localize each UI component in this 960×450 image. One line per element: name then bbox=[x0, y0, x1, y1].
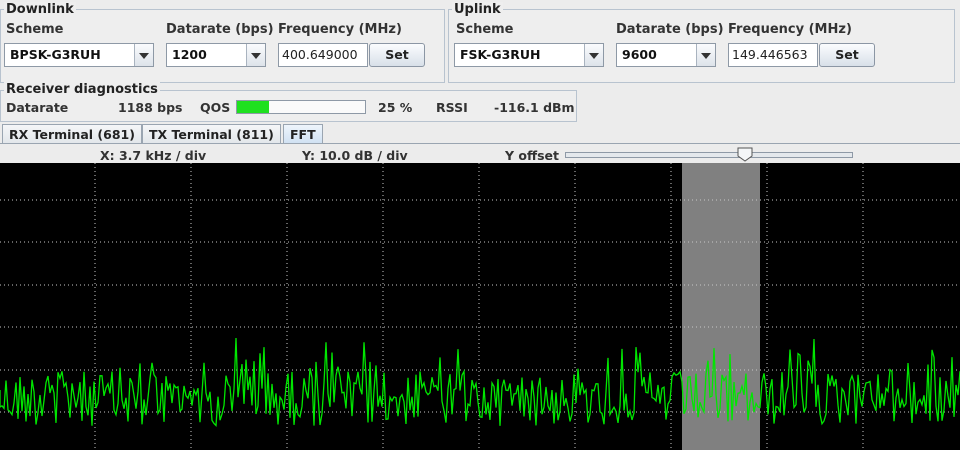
diag-qos-percent: 25 % bbox=[378, 100, 413, 115]
downlink-scheme-select[interactable]: BPSK-G3RUH bbox=[4, 43, 154, 67]
fft-y-offset-label: Y offset bbox=[505, 148, 560, 163]
uplink-frequency-label: Frequency (MHz) bbox=[728, 22, 852, 37]
tab-fft[interactable]: FFT bbox=[283, 124, 323, 144]
chevron-down-icon[interactable] bbox=[134, 44, 153, 66]
fft-x-scale: X: 3.7 kHz / div bbox=[100, 148, 207, 163]
uplink-datarate-select[interactable]: 9600 bbox=[616, 43, 716, 67]
tab-rx-terminal[interactable]: RX Terminal (681) bbox=[2, 124, 142, 144]
diag-rssi-value: -116.1 dBm bbox=[494, 100, 575, 115]
downlink-datarate-label: Datarate (bps) bbox=[166, 22, 274, 37]
downlink-set-button[interactable]: Set bbox=[369, 43, 425, 67]
fft-display[interactable] bbox=[0, 163, 960, 450]
y-offset-slider-thumb[interactable] bbox=[737, 147, 753, 162]
downlink-frequency-field[interactable]: 400.649000 bbox=[278, 43, 368, 67]
downlink-scheme-value: BPSK-G3RUH bbox=[10, 47, 101, 62]
uplink-datarate-value: 9600 bbox=[622, 47, 657, 62]
qos-progress-bar bbox=[236, 100, 366, 114]
uplink-title: Uplink bbox=[452, 2, 503, 18]
diag-datarate-value: 1188 bps bbox=[118, 100, 183, 115]
fft-plot bbox=[0, 163, 960, 450]
tab-tx-terminal[interactable]: TX Terminal (811) bbox=[142, 124, 281, 144]
downlink-datarate-value: 1200 bbox=[172, 47, 207, 62]
y-offset-slider-track bbox=[565, 152, 853, 158]
diag-rssi-label: RSSI bbox=[436, 100, 468, 115]
chevron-down-icon[interactable] bbox=[584, 44, 603, 66]
qos-progress-fill bbox=[237, 101, 269, 113]
uplink-set-button[interactable]: Set bbox=[819, 43, 875, 67]
uplink-frequency-field[interactable]: 149.446563 bbox=[728, 43, 818, 67]
fft-spectrum-trace bbox=[0, 337, 960, 427]
fft-y-scale: Y: 10.0 dB / div bbox=[302, 148, 408, 163]
downlink-scheme-label: Scheme bbox=[6, 22, 64, 37]
chevron-down-icon[interactable] bbox=[246, 44, 265, 66]
uplink-scheme-label: Scheme bbox=[456, 22, 514, 37]
tab-divider bbox=[0, 143, 960, 144]
downlink-datarate-select[interactable]: 1200 bbox=[166, 43, 266, 67]
diag-qos-label: QOS bbox=[200, 100, 231, 115]
downlink-title: Downlink bbox=[4, 2, 76, 18]
receiver-diagnostics-title: Receiver diagnostics bbox=[4, 82, 160, 98]
uplink-datarate-label: Datarate (bps) bbox=[616, 22, 724, 37]
diag-datarate-label: Datarate bbox=[6, 100, 69, 115]
uplink-scheme-value: FSK-G3RUH bbox=[460, 47, 541, 62]
downlink-frequency-label: Frequency (MHz) bbox=[278, 22, 402, 37]
y-offset-slider[interactable] bbox=[565, 147, 853, 162]
uplink-scheme-select[interactable]: FSK-G3RUH bbox=[454, 43, 604, 67]
chevron-down-icon[interactable] bbox=[696, 44, 715, 66]
